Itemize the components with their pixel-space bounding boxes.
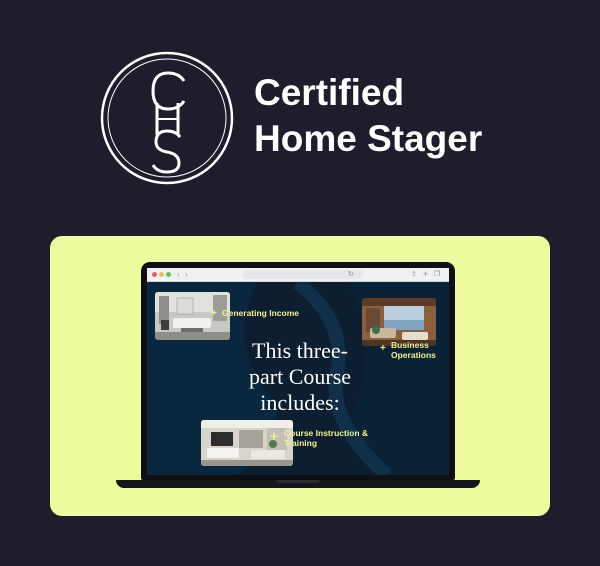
chevron-left-icon[interactable]: ‹	[177, 268, 180, 281]
maximize-window-dot[interactable]	[166, 272, 171, 277]
feature-course-instruction: Course Instruction & Training	[284, 428, 368, 448]
brand-title-line1: Certified	[254, 72, 405, 113]
brand-title: Certified Home Stager	[254, 70, 482, 162]
feature-generating-income: Generating Income	[222, 308, 299, 318]
laptop-screen: ‹ › ↻ ⇪ + ❐ + Generating Income + Busine…	[147, 268, 449, 475]
plus-icon: +	[211, 308, 217, 319]
feature-course-instruction-line2: Training	[284, 437, 318, 448]
minimize-window-dot[interactable]	[159, 272, 164, 277]
laptop-notch	[276, 480, 320, 483]
chevron-right-icon[interactable]: ›	[185, 268, 188, 281]
course-slide: + Generating Income + Business Operation…	[147, 282, 449, 475]
chs-logo	[100, 51, 234, 185]
slide-heading: This three- part Course includes:	[227, 338, 373, 416]
feature-business-operations: Business Operations	[391, 340, 436, 360]
plus-icon: +	[270, 428, 279, 444]
slide-heading-line1: This three-	[252, 338, 348, 363]
living-room-photo	[155, 292, 230, 340]
plus-icon[interactable]: +	[423, 268, 428, 281]
brand-title-line2: Home Stager	[254, 118, 483, 159]
slide-heading-line3: includes:	[260, 390, 340, 415]
close-window-dot[interactable]	[152, 272, 157, 277]
reload-icon[interactable]: ↻	[348, 268, 354, 281]
tabs-icon[interactable]: ❐	[434, 268, 440, 281]
feature-business-operations-line2: Operations	[391, 349, 436, 360]
modern-room-photo	[201, 420, 293, 466]
browser-toolbar: ‹ › ↻ ⇪ + ❐	[147, 268, 449, 282]
slide-heading-line2: part Course	[248, 364, 352, 389]
share-icon[interactable]: ⇪	[411, 268, 417, 281]
address-bar[interactable]	[243, 270, 363, 279]
office-photo	[362, 298, 436, 346]
plus-icon: +	[380, 343, 386, 354]
